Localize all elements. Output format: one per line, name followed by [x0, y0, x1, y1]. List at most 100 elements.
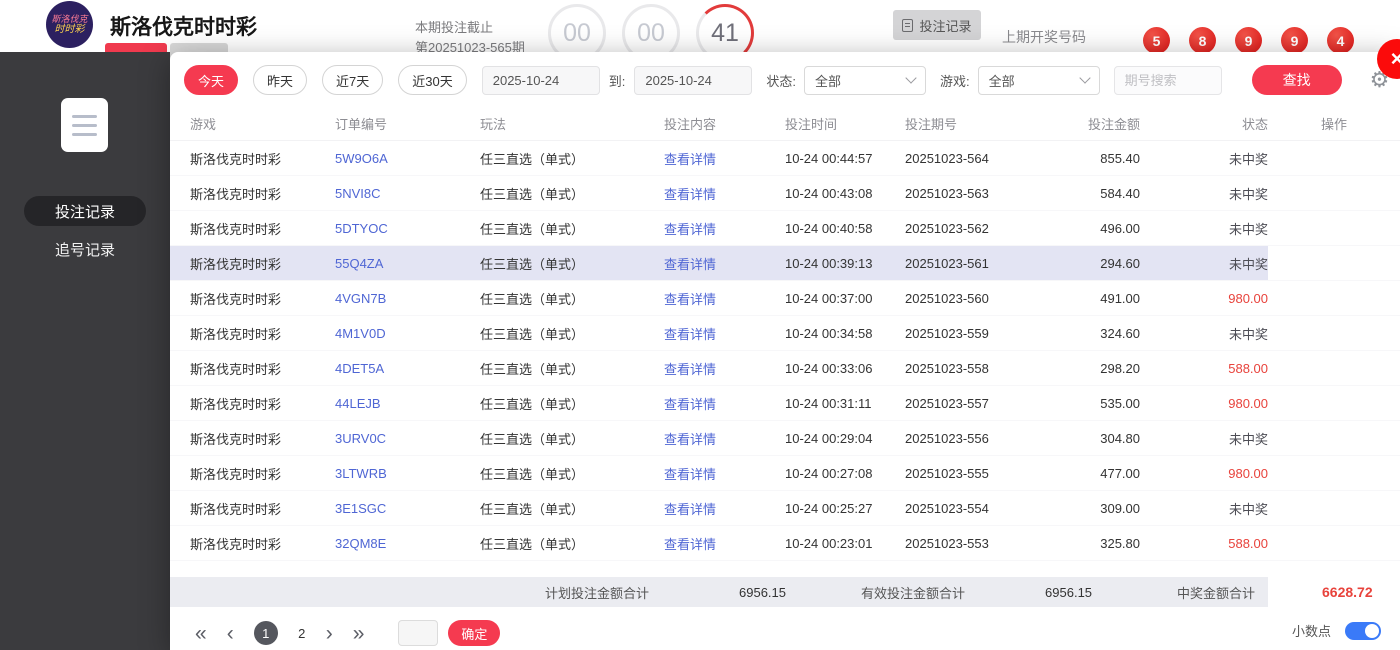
cell-bet-amount: 584.40: [1035, 186, 1150, 201]
cell-bet-amount: 294.60: [1035, 256, 1150, 271]
cell-game: 斯洛伐克时时彩: [170, 149, 315, 168]
quick-filter-2[interactable]: 近7天: [322, 65, 383, 95]
cell-order-id[interactable]: 3LTWRB: [315, 466, 460, 481]
col-bet-content: 投注内容: [630, 114, 750, 133]
cell-game: 斯洛伐克时时彩: [170, 359, 315, 378]
view-detail-link[interactable]: 查看详情: [630, 359, 750, 378]
page-2[interactable]: 2: [290, 621, 314, 645]
cell-play: 任三直选（单式）: [460, 149, 630, 168]
date-from-input[interactable]: [482, 66, 600, 95]
cell-bet-period: 20251023-562: [885, 221, 1035, 236]
cell-bet-period: 20251023-556: [885, 431, 1035, 446]
cell-bet-period: 20251023-563: [885, 186, 1035, 201]
sidebar-item-bet-records[interactable]: 投注记录: [24, 196, 146, 226]
status-label: 状态:: [766, 71, 796, 90]
cell-bet-amount: 535.00: [1035, 396, 1150, 411]
cell-order-id[interactable]: 3URV0C: [315, 431, 460, 446]
cell-game: 斯洛伐克时时彩: [170, 394, 315, 413]
cell-play: 任三直选（单式）: [460, 464, 630, 483]
view-detail-link[interactable]: 查看详情: [630, 499, 750, 518]
view-detail-link[interactable]: 查看详情: [630, 184, 750, 203]
view-detail-link[interactable]: 查看详情: [630, 254, 750, 273]
cell-bet-time: 10-24 00:43:08: [750, 186, 885, 201]
decimal-label: 小数点: [1292, 621, 1331, 640]
cell-order-id[interactable]: 5DTYOC: [315, 221, 460, 236]
cell-order-id[interactable]: 32QM8E: [315, 536, 460, 551]
summary-win-label: 中奖金额合计: [1177, 583, 1255, 602]
quick-filter-3[interactable]: 近30天: [398, 65, 466, 95]
cell-order-id[interactable]: 3E1SGC: [315, 501, 460, 516]
draw-number-ball: 8: [1189, 27, 1216, 54]
view-detail-link[interactable]: 查看详情: [630, 394, 750, 413]
cell-bet-amount: 491.00: [1035, 291, 1150, 306]
first-page-icon[interactable]: «: [195, 623, 207, 644]
document-icon-large: [61, 98, 108, 152]
cell-status: 未中奖: [1150, 219, 1268, 238]
quick-filter-1[interactable]: 昨天: [253, 65, 307, 95]
chevron-down-icon: [905, 72, 916, 83]
table-row[interactable]: 斯洛伐克时时彩 4VGN7B 任三直选（单式） 查看详情 10-24 00:37…: [170, 281, 1400, 316]
table-row[interactable]: 斯洛伐克时时彩 5DTYOC 任三直选（单式） 查看详情 10-24 00:40…: [170, 211, 1400, 246]
view-detail-link[interactable]: 查看详情: [630, 464, 750, 483]
view-detail-link[interactable]: 查看详情: [630, 219, 750, 238]
table-row[interactable]: 斯洛伐克时时彩 4DET5A 任三直选（单式） 查看详情 10-24 00:33…: [170, 351, 1400, 386]
page-1[interactable]: 1: [254, 621, 278, 645]
view-detail-link[interactable]: 查看详情: [630, 429, 750, 448]
table-row[interactable]: 斯洛伐克时时彩 5W9O6A 任三直选（单式） 查看详情 10-24 00:44…: [170, 141, 1400, 176]
cell-status: 未中奖: [1150, 324, 1268, 343]
page-numbers: 12: [254, 621, 326, 645]
bet-record-button[interactable]: 投注记录: [893, 10, 981, 40]
period-search-input[interactable]: [1114, 66, 1222, 95]
cell-order-id[interactable]: 5NVI8C: [315, 186, 460, 201]
prev-page-icon[interactable]: ‹: [227, 623, 234, 644]
table-row[interactable]: 斯洛伐克时时彩 32QM8E 任三直选（单式） 查看详情 10-24 00:23…: [170, 526, 1400, 561]
logo-text-line2: 时时彩: [55, 24, 85, 35]
cell-order-id[interactable]: 44LEJB: [315, 396, 460, 411]
decimal-toggle[interactable]: [1345, 622, 1381, 640]
status-select[interactable]: 全部: [804, 66, 926, 95]
table-row[interactable]: 斯洛伐克时时彩 3URV0C 任三直选（单式） 查看详情 10-24 00:29…: [170, 421, 1400, 456]
table-row[interactable]: 斯洛伐克时时彩 3E1SGC 任三直选（单式） 查看详情 10-24 00:25…: [170, 491, 1400, 526]
search-button[interactable]: 查找: [1252, 65, 1342, 95]
table-row[interactable]: 斯洛伐克时时彩 3LTWRB 任三直选（单式） 查看详情 10-24 00:27…: [170, 456, 1400, 491]
game-select[interactable]: 全部: [978, 66, 1100, 95]
cell-order-id[interactable]: 4M1V0D: [315, 326, 460, 341]
page-jump-input[interactable]: [398, 620, 438, 646]
cell-bet-time: 10-24 00:33:06: [750, 361, 885, 376]
view-detail-link[interactable]: 查看详情: [630, 149, 750, 168]
cell-order-id[interactable]: 4VGN7B: [315, 291, 460, 306]
cell-status: 980.00: [1150, 396, 1268, 411]
cell-bet-amount: 309.00: [1035, 501, 1150, 516]
cell-play: 任三直选（单式）: [460, 429, 630, 448]
game-select-value: 全部: [989, 71, 1015, 90]
cell-play: 任三直选（单式）: [460, 219, 630, 238]
col-bet-period: 投注期号: [885, 114, 1035, 133]
table-row[interactable]: 斯洛伐克时时彩 55Q4ZA 任三直选（单式） 查看详情 10-24 00:39…: [170, 246, 1400, 281]
table-row[interactable]: 斯洛伐克时时彩 4M1V0D 任三直选（单式） 查看详情 10-24 00:34…: [170, 316, 1400, 351]
cell-status: 588.00: [1150, 536, 1268, 551]
next-page-icon[interactable]: ›: [326, 623, 333, 644]
view-detail-link[interactable]: 查看详情: [630, 324, 750, 343]
last-page-icon[interactable]: »: [353, 623, 365, 644]
cell-bet-time: 10-24 00:34:58: [750, 326, 885, 341]
cell-play: 任三直选（单式）: [460, 184, 630, 203]
cell-order-id[interactable]: 5W9O6A: [315, 151, 460, 166]
cell-bet-time: 10-24 00:25:27: [750, 501, 885, 516]
table-row[interactable]: 斯洛伐克时时彩 44LEJB 任三直选（单式） 查看详情 10-24 00:31…: [170, 386, 1400, 421]
sidebar-item-chase-records[interactable]: 追号记录: [24, 234, 146, 264]
confirm-button[interactable]: 确定: [448, 620, 500, 646]
view-detail-link[interactable]: 查看详情: [630, 534, 750, 553]
cell-bet-period: 20251023-560: [885, 291, 1035, 306]
chevron-down-icon: [1079, 72, 1090, 83]
date-to-input[interactable]: [634, 66, 752, 95]
game-label: 游戏:: [940, 71, 970, 90]
quick-filter-0[interactable]: 今天: [184, 65, 238, 95]
cell-bet-time: 10-24 00:39:13: [750, 256, 885, 271]
cell-play: 任三直选（单式）: [460, 324, 630, 343]
table-row[interactable]: 斯洛伐克时时彩 5NVI8C 任三直选（单式） 查看详情 10-24 00:43…: [170, 176, 1400, 211]
cell-bet-time: 10-24 00:44:57: [750, 151, 885, 166]
cell-game: 斯洛伐克时时彩: [170, 499, 315, 518]
cell-order-id[interactable]: 55Q4ZA: [315, 256, 460, 271]
cell-order-id[interactable]: 4DET5A: [315, 361, 460, 376]
view-detail-link[interactable]: 查看详情: [630, 289, 750, 308]
